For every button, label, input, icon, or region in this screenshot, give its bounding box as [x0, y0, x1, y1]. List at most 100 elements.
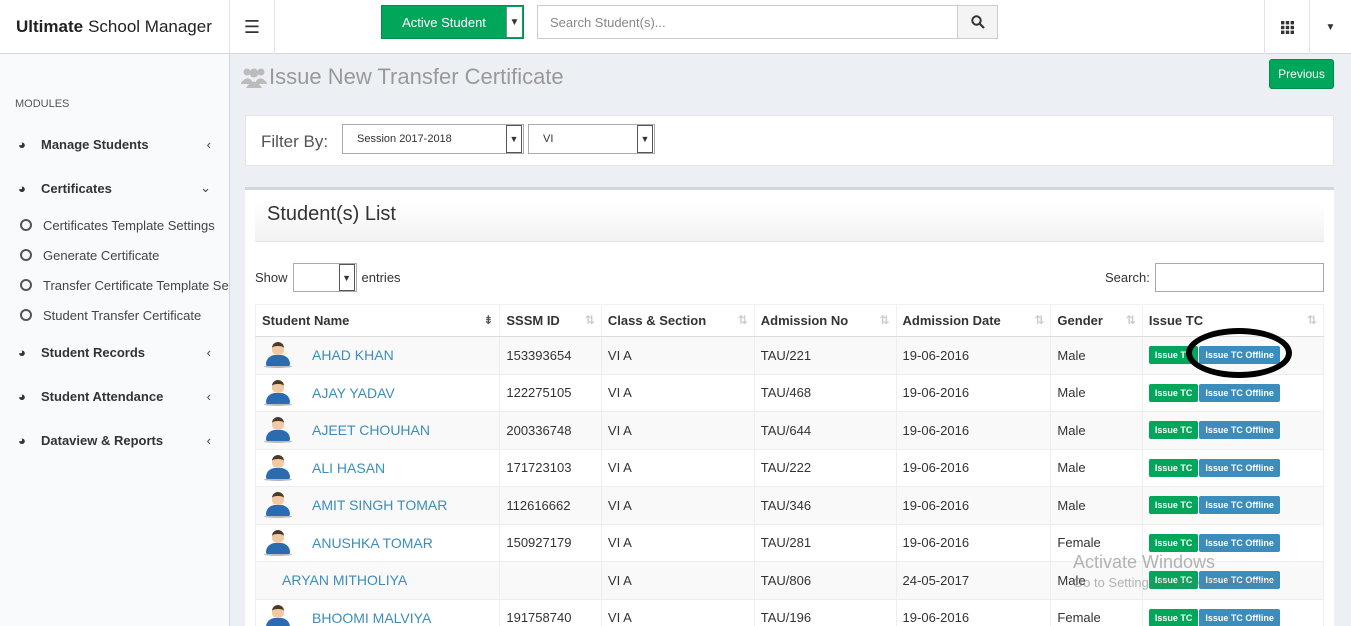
app-brand[interactable]: Ultimate School Manager — [0, 0, 230, 54]
issue-tc-button[interactable]: Issue TC — [1148, 608, 1199, 626]
cell-admission-date: 19-06-2016 — [895, 373, 1052, 412]
sidebar-item-dataview-reports[interactable]: ◕ Dataview & Reports ‹ — [0, 429, 229, 451]
sidebar-item-student-records[interactable]: ◕ Student Records ‹ — [0, 341, 229, 363]
entries-label: entries — [361, 270, 401, 285]
student-name-link[interactable]: AMIT SINGH TOMAR — [312, 497, 447, 513]
watermark-subtitle: Go to Settings to activate Windows. — [1073, 575, 1279, 590]
sidebar-subitem-certificates-template[interactable]: Certificates Template Settings — [20, 215, 229, 235]
cell-admission-date: 19-06-2016 — [895, 411, 1052, 450]
menu-toggle-icon[interactable]: ☰ — [230, 0, 275, 54]
sidebar-subitem-generate-certificate[interactable]: Generate Certificate — [20, 245, 229, 265]
issue-tc-button[interactable]: Issue TC — [1148, 421, 1199, 440]
dashboard-icon: ◕ — [18, 432, 26, 448]
cell-student-name: AHAD KHAN — [254, 336, 501, 375]
cell-sssm-id: 200336748 — [499, 411, 602, 450]
issue-tc-button[interactable]: Issue TC — [1148, 383, 1199, 402]
issue-tc-offline-button[interactable]: Issue TC Offline — [1199, 383, 1280, 402]
cell-admission-no: TAU/222 — [753, 448, 897, 487]
issue-tc-button[interactable]: Issue TC — [1148, 496, 1199, 515]
student-name-link[interactable]: AHAD KHAN — [312, 347, 394, 363]
session-select[interactable]: Session 2017-2018 ▼ — [342, 124, 524, 154]
student-name-link[interactable]: ARYAN MITHOLIYA — [262, 572, 407, 588]
cell-sssm-id: 150927179 — [499, 523, 602, 562]
sidebar-item-student-attendance[interactable]: ◕ Student Attendance ‹ — [0, 385, 229, 407]
cell-class-section: VI A — [600, 411, 755, 450]
page-length-select[interactable]: ▼ — [292, 263, 357, 292]
dashboard-icon: ◕ — [18, 136, 26, 152]
page-title: Issue New Transfer Certificate — [241, 64, 564, 90]
list-header: Student(s) List — [255, 202, 1324, 242]
table-row: AHAD KHAN 153393654 VI A TAU/221 19-06-2016 M… — [254, 336, 1325, 375]
sidebar-subitem-tc-template[interactable]: Transfer Certificate Template Settings — [20, 275, 229, 295]
sidebar-item-manage-students[interactable]: ◕ Manage Students ‹ — [0, 133, 229, 155]
cell-student-name: ALI HASAN — [254, 448, 501, 487]
circle-icon — [20, 219, 32, 231]
user-menu-dropdown[interactable]: ▼ — [1309, 0, 1351, 54]
column-header-gender[interactable]: Gender ⇅ — [1050, 304, 1143, 337]
previous-button[interactable]: Previous — [1269, 59, 1334, 89]
chevron-down-icon: ▼ — [637, 125, 653, 153]
list-title: Student(s) List — [267, 203, 396, 225]
cell-admission-date: 19-06-2016 — [895, 448, 1052, 487]
issue-tc-button[interactable]: Issue TC — [1148, 533, 1199, 552]
page-title-text: Issue New Transfer Certificate — [269, 64, 564, 89]
class-select[interactable]: VI ▼ — [528, 124, 655, 154]
column-label: Issue TC — [1148, 313, 1204, 328]
sort-icon: ⇅ — [1034, 313, 1045, 327]
table-row: AJAY YADAV 122275105 VI A TAU/468 19-06-2016… — [254, 373, 1325, 412]
cell-class-section: VI A — [600, 373, 755, 412]
issue-tc-offline-button[interactable]: Issue TC Offline — [1199, 533, 1280, 552]
issue-tc-offline-button[interactable]: Issue TC Offline — [1199, 496, 1280, 515]
cell-issue-tc: Issue TC Issue TC Offline — [1141, 598, 1325, 626]
column-header-class-section[interactable]: Class & Section ⇅ — [600, 304, 755, 337]
column-header-admission-date[interactable]: Admission Date ⇅ — [895, 304, 1052, 337]
student-name-link[interactable]: ANUSHKA TOMAR — [312, 535, 433, 551]
student-name-link[interactable]: AJEET CHOUHAN — [312, 422, 430, 438]
sidebar-item-certificates[interactable]: ◕ Certificates ⌄ — [0, 177, 229, 199]
column-header-admission-no[interactable]: Admission No ⇅ — [753, 304, 897, 337]
search-button[interactable] — [957, 6, 997, 38]
issue-tc-offline-button[interactable]: Issue TC Offline — [1199, 458, 1280, 477]
student-search-input[interactable] — [538, 6, 957, 38]
table-header-row: Student Name ⇟ SSSM ID ⇅ Class & Section ⇅ … — [254, 304, 1325, 337]
student-avatar — [262, 492, 294, 519]
student-name-link[interactable]: BHOOMI MALVIYA — [312, 610, 431, 626]
sidebar-subitem-student-tc[interactable]: Student Transfer Certificate — [20, 305, 229, 325]
cell-admission-date: 19-06-2016 — [895, 598, 1052, 626]
cell-class-section: VI A — [600, 448, 755, 487]
chevron-down-icon: ▼ — [338, 264, 355, 291]
cell-class-section: VI A — [600, 598, 755, 626]
apps-grid-button[interactable] — [1264, 0, 1309, 54]
circle-icon — [20, 249, 32, 261]
column-label: Admission No — [760, 313, 849, 328]
cell-sssm-id: 153393654 — [499, 336, 602, 375]
student-name-link[interactable]: AJAY YADAV — [312, 385, 395, 401]
column-header-sssm-id[interactable]: SSSM ID ⇅ — [499, 304, 602, 337]
issue-tc-button[interactable]: Issue TC — [1148, 458, 1199, 477]
sidebar-item-label: Certificates — [41, 180, 112, 196]
issue-tc-offline-button[interactable]: Issue TC Offline — [1199, 421, 1280, 440]
filter-panel: Filter By: Session 2017-2018 ▼ VI ▼ — [245, 115, 1334, 166]
cell-sssm-id: 112616662 — [499, 486, 602, 525]
cell-admission-no: TAU/221 — [753, 336, 897, 375]
circle-icon — [20, 279, 32, 291]
table-search-input[interactable] — [1155, 263, 1324, 292]
session-select-value: Session 2017-2018 — [357, 133, 452, 145]
student-name-link[interactable]: ALI HASAN — [312, 460, 385, 476]
cell-issue-tc: Issue TC Issue TC Offline — [1141, 373, 1325, 412]
student-status-value: Active Student — [402, 14, 486, 30]
dashboard-icon: ◕ — [18, 388, 26, 404]
dashboard-icon: ◕ — [18, 344, 26, 360]
show-label: Show — [255, 270, 288, 285]
cell-admission-no: TAU/468 — [753, 373, 897, 412]
issue-tc-offline-button[interactable]: Issue TC Offline — [1199, 608, 1280, 626]
cell-student-name: AJAY YADAV — [254, 373, 501, 412]
cell-student-name: AMIT SINGH TOMAR — [254, 486, 501, 525]
cell-gender: Male — [1050, 486, 1143, 525]
student-avatar — [262, 379, 294, 406]
sort-icon: ⇅ — [584, 313, 595, 327]
cell-gender: Female — [1050, 598, 1143, 626]
watermark-title: Activate Windows — [1073, 552, 1216, 572]
column-header-student-name[interactable]: Student Name ⇟ — [254, 304, 501, 337]
student-status-select[interactable]: Active Student ▼ — [381, 5, 524, 39]
